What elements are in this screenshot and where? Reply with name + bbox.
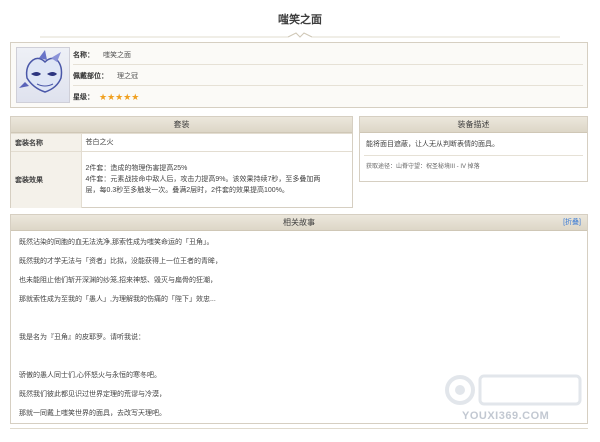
set-table: 套装名称 苍白之火 套装效果 2件套：造成的物理伤害提高25% 4件套：元素战技… <box>11 133 352 208</box>
title-divider-ornament <box>40 32 560 38</box>
item-name-row: 名称： 嗤笑之面 <box>73 45 583 65</box>
item-description: 能将面目遮蔽，让人无从判断表情的面具。 <box>366 141 499 148</box>
story-line: 那就索性成为至我的「愚人」,为理解我的伤痛的「陛下」效忠... <box>19 296 216 303</box>
set-effect-line: 2件套：造成的物理伤害提高25% <box>85 165 188 173</box>
page-title: 嗤笑之面 <box>278 14 322 26</box>
item-rarity-label: 星级： <box>73 94 94 101</box>
set-name-value: 苍白之火 <box>81 133 352 152</box>
item-name-label: 名称： <box>73 51 94 59</box>
set-panel-title: 套装 <box>11 117 352 133</box>
bottom-divider <box>10 428 588 429</box>
set-name-label: 套装名称 <box>11 133 82 152</box>
story-line <box>19 313 581 332</box>
story-panel-title: 相关故事 <box>283 218 315 227</box>
story-panel: 相关故事 [折叠] 既然沾染的同胞的血无法洗净,那索性成为嗤笑命运的「丑角」。 … <box>10 214 588 424</box>
item-rarity-row: 星级： ★★★★★ <box>73 87 583 107</box>
set-effect-line: 4件套：元素战技命中敌人后，攻击力提高9%。该效果持续7秒，至多叠加两 <box>85 176 321 184</box>
set-effect-label: 套装效果 <box>11 151 82 208</box>
description-panel-title: 装备描述 <box>360 117 587 133</box>
item-slot-row: 佩戴部位： 理之冠 <box>73 66 583 86</box>
description-panel: 装备描述 能将面目遮蔽，让人无从判断表情的面具。 获取途径：山脊守望：祝圣秘境I… <box>359 116 588 182</box>
story-line: 既然我们彼此都见识过世界定理的荒谬与冷漠， <box>19 391 166 398</box>
item-name-value: 嗤笑之面 <box>103 51 131 59</box>
story-line <box>19 351 581 370</box>
story-line: 既然我的才学无法与「资者」比拟，没能获得上一位王者的青眸， <box>19 258 222 265</box>
story-line: 我是名为『丑角』的皮耶罗。请听我说： <box>19 334 145 341</box>
item-info-card: 名称： 嗤笑之面 佩戴部位： 理之冠 星级： ★★★★★ <box>10 42 588 108</box>
watermark-text: YOUXI369.COM <box>462 410 550 422</box>
mask-icon <box>19 50 63 93</box>
set-effect-value: 2件套：造成的物理伤害提高25% 4件套：元素战技命中敌人后，攻击力提高9%。该… <box>81 151 352 208</box>
item-slot-label: 佩戴部位： <box>73 72 108 80</box>
story-line: 既然沾染的同胞的血无法洗净,那索性成为嗤笑命运的「丑角」。 <box>19 239 214 246</box>
set-name-row: 套装名称 苍白之火 <box>11 133 352 152</box>
set-effect-row: 套装效果 2件套：造成的物理伤害提高25% 4件套：元素战技命中敌人后，攻击力提… <box>11 151 352 208</box>
item-slot-value: 理之冠 <box>117 72 138 80</box>
set-effect-line: 层，每0.3秒至多触发一次。叠满2层时，2件套的效果提高100%。 <box>85 187 289 195</box>
rarity-stars: ★★★★★ <box>99 91 140 102</box>
story-line: 骄傲的愚人同士们,心怀怒火与永恒的寒冬吧。 <box>19 372 161 379</box>
story-panel-header: 相关故事 [折叠] <box>11 215 587 231</box>
item-source: 获取途径：山脊守望：祝圣秘境III - IV 掉落 <box>366 164 480 170</box>
story-body: 既然沾染的同胞的血无法洗净,那索性成为嗤笑命运的「丑角」。 既然我的才学无法与「… <box>11 231 587 427</box>
item-icon-frame <box>16 47 70 103</box>
story-line: 也未能阻止他们斩开深渊的纱笼,招来神怒、毁灭与扁骨的狂潮， <box>19 277 217 284</box>
set-panel: 套装 套装名称 苍白之火 套装效果 2件套：造成的物理伤害提高25% 4件套：元… <box>10 116 353 208</box>
fold-toggle-link[interactable]: [折叠] <box>563 215 581 231</box>
